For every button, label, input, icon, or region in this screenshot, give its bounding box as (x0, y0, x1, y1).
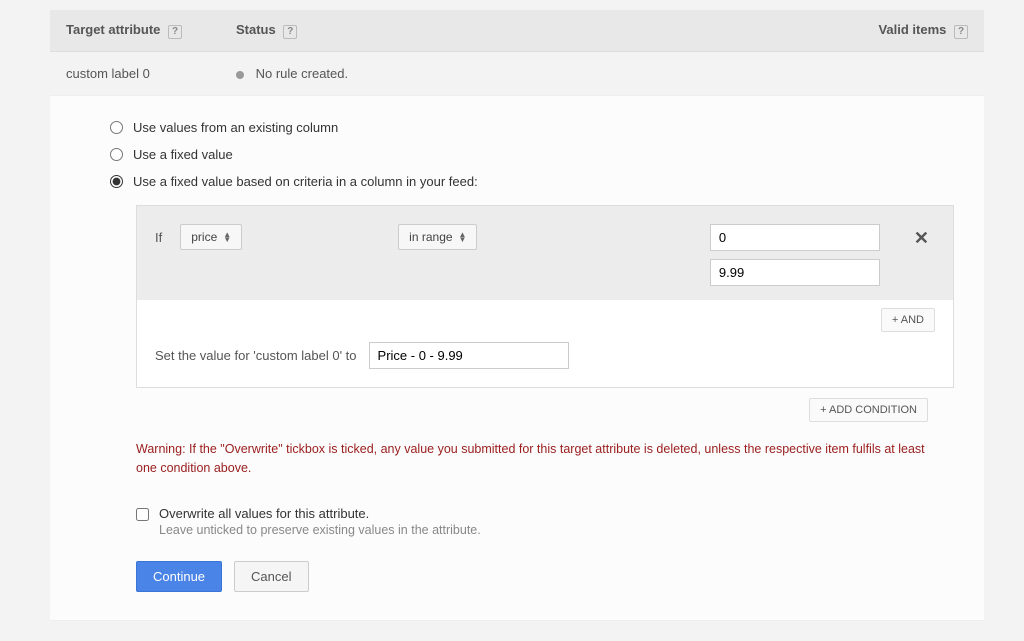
header-status: Status (236, 22, 276, 37)
add-condition-button[interactable]: + ADD CONDITION (809, 398, 928, 422)
overwrite-subtitle: Leave unticked to preserve existing valu… (159, 523, 481, 537)
help-icon[interactable]: ? (283, 25, 297, 39)
option-criteria[interactable]: Use a fixed value based on criteria in a… (110, 168, 954, 195)
cancel-button[interactable]: Cancel (234, 561, 308, 592)
operator-value: in range (409, 230, 452, 244)
warning-text: Warning: If the "Overwrite" tickbox is t… (136, 440, 928, 478)
sort-icon: ▲▼ (223, 232, 231, 242)
add-and-button[interactable]: + AND (881, 308, 935, 332)
set-value-label: Set the value for 'custom label 0' to (155, 348, 357, 363)
sort-icon: ▲▼ (459, 232, 467, 242)
help-icon[interactable]: ? (168, 25, 182, 39)
attribute-row: custom label 0 No rule created. (50, 52, 984, 95)
radio-fixed-value[interactable] (110, 148, 123, 161)
header-target: Target attribute (66, 22, 160, 37)
range-from-input[interactable] (710, 224, 880, 251)
continue-button[interactable]: Continue (136, 561, 222, 592)
radio-existing-column[interactable] (110, 121, 123, 134)
option-existing-column[interactable]: Use values from an existing column (110, 114, 954, 141)
overwrite-checkbox[interactable] (136, 508, 149, 521)
if-label: If (155, 224, 162, 245)
status-dot-icon (236, 71, 244, 79)
column-dropdown[interactable]: price ▲▼ (180, 224, 242, 250)
help-icon[interactable]: ? (954, 25, 968, 39)
column-headers: Target attribute ? Status ? Valid items … (50, 10, 984, 52)
option-label: Use a fixed value (133, 147, 233, 162)
criteria-box: If price ▲▼ in range ▲▼ ✕ + AND (136, 205, 954, 388)
condition-row: If price ▲▼ in range ▲▼ ✕ (137, 206, 953, 300)
target-attribute-value: custom label 0 (66, 66, 150, 81)
option-label: Use a fixed value based on criteria in a… (133, 174, 478, 189)
status-text: No rule created. (256, 66, 349, 81)
option-label: Use values from an existing column (133, 120, 338, 135)
remove-condition-icon[interactable]: ✕ (908, 224, 935, 253)
overwrite-title: Overwrite all values for this attribute. (159, 506, 481, 521)
set-value-input[interactable] (369, 342, 569, 369)
column-value: price (191, 230, 217, 244)
radio-criteria[interactable] (110, 175, 123, 188)
option-fixed-value[interactable]: Use a fixed value (110, 141, 954, 168)
header-valid: Valid items (878, 22, 946, 37)
operator-dropdown[interactable]: in range ▲▼ (398, 224, 477, 250)
range-to-input[interactable] (710, 259, 880, 286)
